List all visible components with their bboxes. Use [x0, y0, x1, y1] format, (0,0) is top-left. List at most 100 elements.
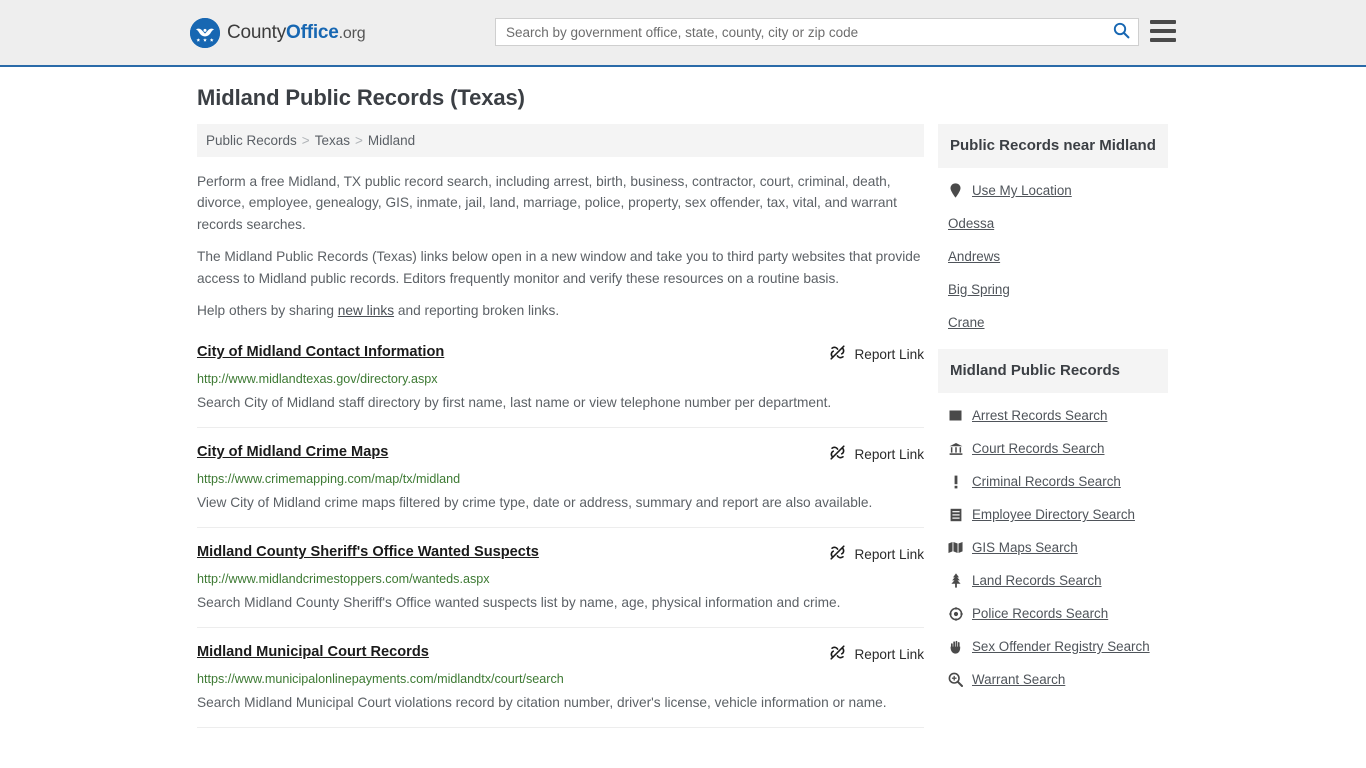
sidebar-records-label[interactable]: Employee Directory Search [972, 507, 1135, 522]
breadcrumb: Public Records > Texas > Midland [197, 124, 924, 157]
sidebar-records-heading: Midland Public Records [938, 349, 1168, 393]
report-link-button[interactable]: Report Link [829, 443, 924, 464]
result-item: Midland County Sheriff's Office Wanted S… [197, 543, 924, 629]
result-url[interactable]: https://www.municipalonlinepayments.com/… [197, 671, 924, 687]
broken-link-icon [829, 644, 846, 664]
result-header: Midland Municipal Court Records Report L… [197, 643, 924, 664]
report-link-label: Report Link [854, 446, 924, 462]
search-bar[interactable] [495, 18, 1139, 46]
sidebar-near-label[interactable]: Crane [948, 315, 984, 330]
broken-link-icon [829, 544, 846, 564]
sidebar-item-odessa[interactable]: Odessa [938, 207, 1168, 240]
page-title: Midland Public Records (Texas) [197, 85, 525, 110]
result-url[interactable]: https://www.crimemapping.com/map/tx/midl… [197, 471, 924, 487]
sidebar-item-criminal-records[interactable]: Criminal Records Search [938, 465, 1168, 498]
result-title-link[interactable]: City of Midland Contact Information [197, 343, 829, 361]
result-url[interactable]: http://www.midlandtexas.gov/directory.as… [197, 371, 924, 387]
sidebar-item-crane[interactable]: Crane [938, 306, 1168, 339]
intro-paragraph-1: Perform a free Midland, TX public record… [197, 174, 897, 232]
result-description: Search City of Midland staff directory b… [197, 394, 832, 410]
result-item: City of Midland Crime Maps Report Link h… [197, 443, 924, 529]
breadcrumb-item-public-records[interactable]: Public Records [206, 133, 297, 148]
main-column: Public Records > Texas > Midland Perform a f… [197, 124, 924, 743]
sidebar-records-label[interactable]: Land Records Search [972, 573, 1102, 588]
sidebar-item-sex-offender-registry[interactable]: Sex Offender Registry Search [938, 630, 1168, 663]
result-title-link[interactable]: Midland Municipal Court Records [197, 643, 829, 661]
result-url[interactable]: http://www.midlandcrimestoppers.com/want… [197, 571, 924, 587]
report-link-label: Report Link [854, 346, 924, 362]
report-link-button[interactable]: Report Link [829, 643, 924, 664]
result-item: City of Midland Contact Information Repo… [197, 343, 924, 429]
sidebar-records-box: Midland Public Records Arrest Records Se… [938, 349, 1168, 696]
map-pin-icon [948, 183, 963, 198]
result-title-link[interactable]: City of Midland Crime Maps [197, 443, 829, 461]
intro-paragraph-2: The Midland Public Records (Texas) links… [197, 249, 921, 286]
report-link-button[interactable]: Report Link [829, 343, 924, 364]
results-list: City of Midland Contact Information Repo… [197, 343, 924, 729]
exclamation-icon [948, 474, 963, 489]
broken-link-icon [829, 444, 846, 464]
sidebar-near-label[interactable]: Use My Location [972, 183, 1072, 198]
fingerprint-icon [948, 408, 963, 423]
sidebar-records-label[interactable]: Arrest Records Search [972, 408, 1107, 423]
hamburger-bar [1150, 20, 1176, 24]
sidebar-item-gis-maps[interactable]: GIS Maps Search [938, 531, 1168, 564]
search-plus-icon [948, 672, 963, 687]
sidebar-records-label[interactable]: Police Records Search [972, 606, 1108, 621]
result-description: Search Midland County Sheriff's Office w… [197, 594, 841, 610]
sidebar: Public Records near Midland Use My Locat… [938, 124, 1168, 706]
hand-icon [948, 639, 963, 654]
sidebar-records-label[interactable]: Criminal Records Search [972, 474, 1121, 489]
sidebar-near-label[interactable]: Andrews [948, 249, 1000, 264]
sidebar-near-box: Public Records near Midland Use My Locat… [938, 124, 1168, 339]
sidebar-item-use-my-location[interactable]: Use My Location [938, 174, 1168, 207]
sidebar-near-label[interactable]: Big Spring [948, 282, 1010, 297]
breadcrumb-separator: > [354, 133, 363, 148]
sidebar-item-employee-directory[interactable]: Employee Directory Search [938, 498, 1168, 531]
hamburger-menu-icon[interactable] [1150, 20, 1176, 42]
result-title-link[interactable]: Midland County Sheriff's Office Wanted S… [197, 543, 829, 561]
search-icon [1113, 22, 1130, 42]
site-logo[interactable]: CountyOffice.org [190, 18, 366, 48]
intro-paragraph-3: Help others by sharing new links and rep… [197, 300, 924, 321]
new-links-link[interactable]: new links [338, 303, 394, 318]
report-link-label: Report Link [854, 546, 924, 562]
sidebar-item-police-records[interactable]: Police Records Search [938, 597, 1168, 630]
intro-p3-after: and reporting broken links. [394, 302, 560, 318]
sidebar-records-label[interactable]: GIS Maps Search [972, 540, 1078, 555]
sidebar-records-list: Arrest Records Search Court Records Sear… [938, 393, 1168, 696]
breadcrumb-item-texas[interactable]: Texas [315, 133, 350, 148]
tree-icon [948, 573, 963, 588]
hamburger-bar [1150, 29, 1176, 33]
sidebar-item-land-records[interactable]: Land Records Search [938, 564, 1168, 597]
sidebar-near-label[interactable]: Odessa [948, 216, 994, 231]
result-description: Search Midland Municipal Court violation… [197, 694, 887, 710]
site-logo-text: CountyOffice.org [227, 22, 366, 44]
sidebar-item-big-spring[interactable]: Big Spring [938, 273, 1168, 306]
sidebar-records-label[interactable]: Court Records Search [972, 441, 1104, 456]
sidebar-records-label[interactable]: Sex Offender Registry Search [972, 639, 1150, 654]
broken-link-icon [829, 344, 846, 364]
sidebar-near-heading: Public Records near Midland [938, 124, 1168, 168]
logo-word-org: .org [338, 25, 366, 42]
hamburger-bar [1150, 38, 1176, 42]
result-header: City of Midland Contact Information Repo… [197, 343, 924, 364]
sidebar-near-list: Use My Location Odessa Andrews Big Sprin… [938, 168, 1168, 339]
result-header: Midland County Sheriff's Office Wanted S… [197, 543, 924, 564]
result-header: City of Midland Crime Maps Report Link [197, 443, 924, 464]
logo-word-office: Office [286, 22, 339, 43]
breadcrumb-separator: > [301, 133, 310, 148]
sidebar-item-court-records[interactable]: Court Records Search [938, 432, 1168, 465]
sidebar-records-label[interactable]: Warrant Search [972, 672, 1065, 687]
report-link-button[interactable]: Report Link [829, 543, 924, 564]
search-button[interactable] [1104, 19, 1138, 45]
search-input[interactable] [496, 19, 1104, 45]
result-description: View City of Midland crime maps filtered… [197, 494, 873, 510]
sidebar-item-andrews[interactable]: Andrews [938, 240, 1168, 273]
breadcrumb-item-midland[interactable]: Midland [368, 133, 415, 148]
police-badge-icon [948, 606, 963, 621]
report-link-label: Report Link [854, 646, 924, 662]
sidebar-item-warrant-search[interactable]: Warrant Search [938, 663, 1168, 696]
sidebar-item-arrest-records[interactable]: Arrest Records Search [938, 399, 1168, 432]
result-item: Midland Municipal Court Records Report L… [197, 643, 924, 729]
